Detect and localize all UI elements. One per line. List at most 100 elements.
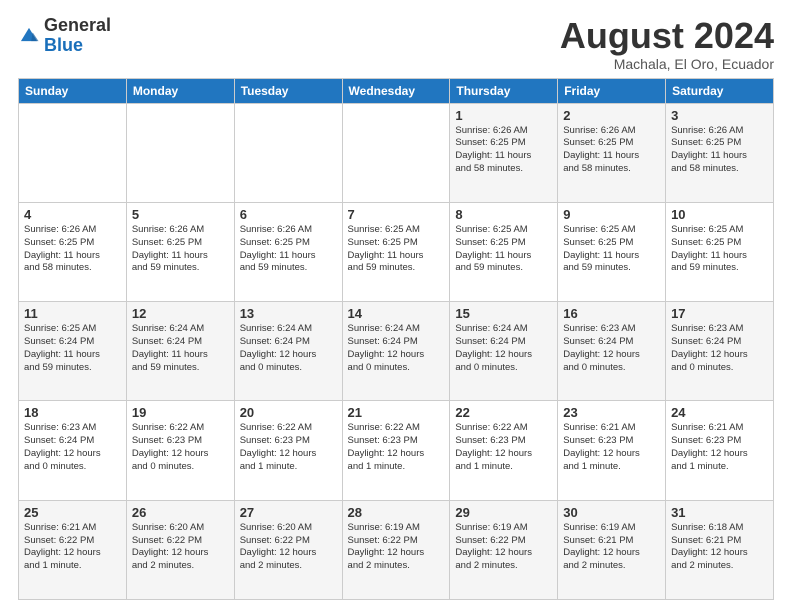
day-cell: 31Sunrise: 6:18 AM Sunset: 6:21 PM Dayli…	[666, 500, 774, 599]
week-row-1: 1 Sunrise: 6:26 AM Sunset: 6:25 PM Daylig…	[19, 103, 774, 202]
day-number: 7	[348, 207, 445, 222]
day-cell: 30 Sunrise: 6:19 AM Sunset: 6:21 PM Dayli…	[558, 500, 666, 599]
day-cell: 25 Sunrise: 6:21 AM Sunset: 6:22 PM Dayli…	[19, 500, 127, 599]
day-info: Sunrise: 6:19 AM Sunset: 6:22 PM Dayligh…	[455, 522, 552, 573]
day-info: Sunrise: 6:22 AM Sunset: 6:23 PM Dayligh…	[240, 422, 337, 473]
day-info: Sunrise: 6:22 AM Sunset: 6:23 PM Dayligh…	[348, 422, 445, 473]
day-info: Sunrise: 6:25 AM Sunset: 6:25 PM Dayligh…	[671, 224, 768, 275]
weekday-header-friday: Friday	[558, 78, 666, 103]
day-number: 6	[240, 207, 337, 222]
day-cell: 21Sunrise: 6:22 AM Sunset: 6:23 PM Dayli…	[342, 401, 450, 500]
day-info: Sunrise: 6:25 AM Sunset: 6:25 PM Dayligh…	[348, 224, 445, 275]
day-cell: 15Sunrise: 6:24 AM Sunset: 6:24 PM Dayli…	[450, 302, 558, 401]
header: General Blue August 2024 Machala, El Oro…	[18, 16, 774, 72]
day-number: 24	[671, 405, 768, 420]
day-cell: 5 Sunrise: 6:26 AM Sunset: 6:25 PM Daylig…	[126, 202, 234, 301]
title-block: August 2024 Machala, El Oro, Ecuador	[560, 16, 774, 72]
day-cell: 11 Sunrise: 6:25 AM Sunset: 6:24 PM Dayli…	[19, 302, 127, 401]
day-cell: 4Sunrise: 6:26 AM Sunset: 6:25 PM Daylig…	[19, 202, 127, 301]
day-cell: 26 Sunrise: 6:20 AM Sunset: 6:22 PM Dayli…	[126, 500, 234, 599]
day-number: 30	[563, 505, 660, 520]
day-info: Sunrise: 6:26 AM Sunset: 6:25 PM Dayligh…	[455, 125, 552, 176]
day-number: 11	[24, 306, 121, 321]
day-number: 18	[24, 405, 121, 420]
day-info: Sunrise: 6:20 AM Sunset: 6:22 PM Dayligh…	[240, 522, 337, 573]
calendar-table: SundayMondayTuesdayWednesdayThursdayFrid…	[18, 78, 774, 600]
day-number: 19	[132, 405, 229, 420]
day-number: 9	[563, 207, 660, 222]
day-cell: 24 Sunrise: 6:21 AM Sunset: 6:23 PM Dayli…	[666, 401, 774, 500]
weekday-header-saturday: Saturday	[666, 78, 774, 103]
day-number: 4	[24, 207, 121, 222]
day-number: 16	[563, 306, 660, 321]
day-number: 23	[563, 405, 660, 420]
weekday-header-row: SundayMondayTuesdayWednesdayThursdayFrid…	[19, 78, 774, 103]
day-info: Sunrise: 6:24 AM Sunset: 6:24 PM Dayligh…	[455, 323, 552, 374]
day-number: 1	[455, 108, 552, 123]
day-info: Sunrise: 6:18 AM Sunset: 6:21 PM Dayligh…	[671, 522, 768, 573]
day-info: Sunrise: 6:26 AM Sunset: 6:25 PM Dayligh…	[132, 224, 229, 275]
day-number: 10	[671, 207, 768, 222]
page: General Blue August 2024 Machala, El Oro…	[0, 0, 792, 612]
day-cell: 10 Sunrise: 6:25 AM Sunset: 6:25 PM Dayli…	[666, 202, 774, 301]
day-info: Sunrise: 6:24 AM Sunset: 6:24 PM Dayligh…	[240, 323, 337, 374]
weekday-header-wednesday: Wednesday	[342, 78, 450, 103]
day-cell	[234, 103, 342, 202]
day-number: 29	[455, 505, 552, 520]
week-row-4: 18 Sunrise: 6:23 AM Sunset: 6:24 PM Dayli…	[19, 401, 774, 500]
day-cell: 8 Sunrise: 6:25 AM Sunset: 6:25 PM Daylig…	[450, 202, 558, 301]
day-info: Sunrise: 6:24 AM Sunset: 6:24 PM Dayligh…	[348, 323, 445, 374]
logo-icon	[18, 25, 40, 47]
day-info: Sunrise: 6:25 AM Sunset: 6:25 PM Dayligh…	[455, 224, 552, 275]
day-number: 5	[132, 207, 229, 222]
day-cell: 28 Sunrise: 6:19 AM Sunset: 6:22 PM Dayli…	[342, 500, 450, 599]
day-cell: 27Sunrise: 6:20 AM Sunset: 6:22 PM Dayli…	[234, 500, 342, 599]
day-cell: 14 Sunrise: 6:24 AM Sunset: 6:24 PM Dayli…	[342, 302, 450, 401]
day-cell: 13Sunrise: 6:24 AM Sunset: 6:24 PM Dayli…	[234, 302, 342, 401]
day-info: Sunrise: 6:26 AM Sunset: 6:25 PM Dayligh…	[671, 125, 768, 176]
day-cell: 1 Sunrise: 6:26 AM Sunset: 6:25 PM Daylig…	[450, 103, 558, 202]
day-number: 8	[455, 207, 552, 222]
day-number: 20	[240, 405, 337, 420]
week-row-5: 25 Sunrise: 6:21 AM Sunset: 6:22 PM Dayli…	[19, 500, 774, 599]
day-info: Sunrise: 6:21 AM Sunset: 6:23 PM Dayligh…	[563, 422, 660, 473]
day-info: Sunrise: 6:25 AM Sunset: 6:24 PM Dayligh…	[24, 323, 121, 374]
day-number: 25	[24, 505, 121, 520]
day-info: Sunrise: 6:19 AM Sunset: 6:21 PM Dayligh…	[563, 522, 660, 573]
day-info: Sunrise: 6:26 AM Sunset: 6:25 PM Dayligh…	[240, 224, 337, 275]
day-info: Sunrise: 6:20 AM Sunset: 6:22 PM Dayligh…	[132, 522, 229, 573]
day-info: Sunrise: 6:21 AM Sunset: 6:22 PM Dayligh…	[24, 522, 121, 573]
day-number: 12	[132, 306, 229, 321]
day-number: 26	[132, 505, 229, 520]
logo-general: General	[44, 15, 111, 35]
weekday-header-sunday: Sunday	[19, 78, 127, 103]
day-number: 28	[348, 505, 445, 520]
day-cell: 6 Sunrise: 6:26 AM Sunset: 6:25 PM Daylig…	[234, 202, 342, 301]
day-info: Sunrise: 6:23 AM Sunset: 6:24 PM Dayligh…	[24, 422, 121, 473]
day-cell: 2 Sunrise: 6:26 AM Sunset: 6:25 PM Daylig…	[558, 103, 666, 202]
day-cell: 9Sunrise: 6:25 AM Sunset: 6:25 PM Daylig…	[558, 202, 666, 301]
day-number: 2	[563, 108, 660, 123]
day-cell	[126, 103, 234, 202]
day-number: 14	[348, 306, 445, 321]
day-cell: 16 Sunrise: 6:23 AM Sunset: 6:24 PM Dayli…	[558, 302, 666, 401]
day-number: 3	[671, 108, 768, 123]
day-info: Sunrise: 6:22 AM Sunset: 6:23 PM Dayligh…	[455, 422, 552, 473]
day-cell	[342, 103, 450, 202]
day-info: Sunrise: 6:19 AM Sunset: 6:22 PM Dayligh…	[348, 522, 445, 573]
day-number: 17	[671, 306, 768, 321]
day-info: Sunrise: 6:24 AM Sunset: 6:24 PM Dayligh…	[132, 323, 229, 374]
day-cell: 17Sunrise: 6:23 AM Sunset: 6:24 PM Dayli…	[666, 302, 774, 401]
month-title: August 2024	[560, 16, 774, 56]
location: Machala, El Oro, Ecuador	[560, 56, 774, 72]
day-info: Sunrise: 6:23 AM Sunset: 6:24 PM Dayligh…	[563, 323, 660, 374]
day-cell: 19Sunrise: 6:22 AM Sunset: 6:23 PM Dayli…	[126, 401, 234, 500]
logo: General Blue	[18, 16, 111, 56]
day-cell: 7 Sunrise: 6:25 AM Sunset: 6:25 PM Daylig…	[342, 202, 450, 301]
day-cell	[19, 103, 127, 202]
weekday-header-tuesday: Tuesday	[234, 78, 342, 103]
day-info: Sunrise: 6:26 AM Sunset: 6:25 PM Dayligh…	[563, 125, 660, 176]
day-info: Sunrise: 6:21 AM Sunset: 6:23 PM Dayligh…	[671, 422, 768, 473]
day-number: 22	[455, 405, 552, 420]
logo-blue: Blue	[44, 35, 83, 55]
